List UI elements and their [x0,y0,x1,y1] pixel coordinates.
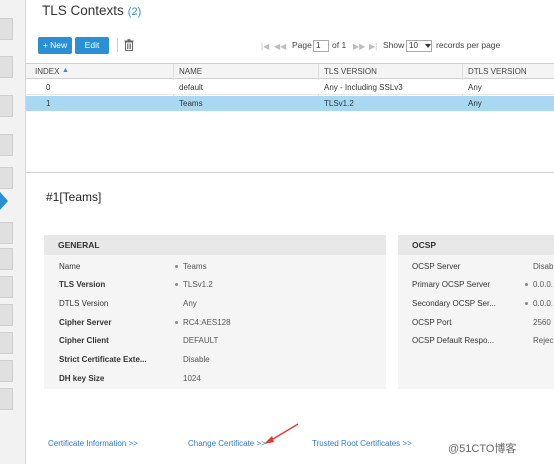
ocsp-panel-header: OCSP [398,235,554,255]
sidebar-tab[interactable] [0,18,13,40]
prev-page-icon[interactable]: ◀◀ [274,42,286,51]
page-input[interactable]: 1 [313,40,329,52]
last-page-icon[interactable]: ▶| [369,42,377,51]
new-button[interactable]: + New [38,37,72,54]
sort-ascending-icon[interactable]: ▲ [62,67,69,74]
field-label-ocsp-default-response: OCSP Default Respo... [412,336,495,345]
field-value-ocsp-port: 2560 [533,318,551,327]
page-title-text: TLS Contexts [42,3,124,18]
field-label-cipher-client: Cipher Client [59,336,109,345]
field-label-dtls-version: DTLS Version [59,299,109,308]
ocsp-panel: OCSP Server Disab Primary OCSP Server 0.… [398,255,554,389]
sidebar-tab[interactable] [0,360,13,382]
sidebar-tab[interactable] [0,248,13,270]
field-value-ocsp-default-response: Rejec [533,336,554,345]
field-label-cipher-server: Cipher Server [59,318,112,327]
field-value-dtls-version: Any [183,299,197,308]
page-label: Page [292,40,312,50]
per-page-value: 10 [409,41,418,50]
sidebar-tab[interactable] [0,276,13,298]
cell-tls-version: TLSv1.2 [324,99,354,108]
sidebar-tab[interactable] [0,304,13,326]
left-sidebar [0,0,26,464]
sidebar-tab[interactable] [0,388,13,410]
sidebar-tab[interactable] [0,134,13,156]
chevron-down-icon [425,44,431,48]
bullet-icon [175,283,178,286]
field-label-dh-key-size: DH key Size [59,374,105,383]
bullet-icon [525,283,528,286]
column-header-name[interactable]: NAME [179,67,202,76]
field-value-secondary-ocsp: 0.0.0. [533,299,554,308]
field-value-tls-version: TLSv1.2 [183,280,213,289]
next-page-icon[interactable]: ▶▶ [353,42,365,51]
annotation-arrow-icon [264,423,299,444]
cell-dtls-version: Any [468,83,482,92]
bullet-icon [525,302,528,305]
field-value-dh-key-size: 1024 [183,374,201,383]
table-header: INDEX NAME TLS VERSION DTLS VERSION [26,64,554,79]
general-panel: Name Teams TLS Version TLSv1.2 DTLS Vers… [44,255,386,389]
change-certificate-link[interactable]: Change Certificate >> [188,439,266,448]
decorative-dot [135,13,137,15]
sidebar-tab[interactable] [0,332,13,354]
field-label-primary-ocsp: Primary OCSP Server [412,280,491,289]
table-row[interactable]: 0 default Any - Including SSLv3 Any [26,80,554,95]
show-label: Show [383,40,405,50]
trusted-root-certificates-link[interactable]: Trusted Root Certificates >> [312,439,412,448]
watermark: @51CTO博客 [448,443,517,455]
sidebar-tab[interactable] [0,95,13,117]
general-panel-header: GENERAL [44,235,386,255]
detail-title: #1[Teams] [46,190,102,204]
section-divider [26,172,554,173]
column-header-index[interactable]: INDEX [35,67,59,76]
page-title: TLS Contexts (2) [42,3,141,18]
sidebar-tab[interactable] [0,167,13,189]
cell-name: Teams [179,99,203,108]
field-label-strict-certificate: Strict Certificate Exte... [59,355,147,364]
sidebar-tab[interactable] [0,56,13,78]
field-label-secondary-ocsp: Secondary OCSP Ser... [412,299,496,308]
field-value-primary-ocsp: 0.0.0. [533,280,554,289]
cell-index: 0 [46,83,51,92]
certificate-information-link[interactable]: Certificate Information >> [48,439,138,448]
first-page-icon[interactable]: |◀ [261,42,269,51]
record-count: (2) [127,6,142,18]
field-label-name: Name [59,262,81,271]
cell-tls-version: Any - Including SSLv3 [324,83,403,92]
column-header-tls-version[interactable]: TLS VERSION [324,67,377,76]
field-label-ocsp-server: OCSP Server [412,262,461,271]
column-header-dtls-version[interactable]: DTLS VERSION [468,67,527,76]
field-value-strict-certificate: Disable [183,355,210,364]
records-per-page-label: records per page [436,40,501,50]
cell-index: 1 [46,99,51,108]
cell-name: default [179,83,204,92]
field-label-ocsp-port: OCSP Port [412,318,452,327]
edit-button[interactable]: Edit [75,37,109,54]
field-value-name: Teams [183,262,207,271]
collapse-arrow-icon[interactable] [0,192,8,210]
toolbar-divider [117,38,118,52]
cell-dtls-version: Any [468,99,482,108]
trash-icon[interactable] [124,39,134,51]
field-value-ocsp-server: Disab [533,262,554,271]
sidebar-tab[interactable] [0,222,13,244]
table-row-selected[interactable]: 1 Teams TLSv1.2 Any [26,96,554,111]
bullet-icon [175,321,178,324]
field-value-cipher-server: RC4:AES128 [183,318,231,327]
field-label-tls-version: TLS Version [59,280,106,289]
field-value-cipher-client: DEFAULT [183,336,219,345]
page-of-label: of 1 [332,40,347,50]
bullet-icon [175,265,178,268]
